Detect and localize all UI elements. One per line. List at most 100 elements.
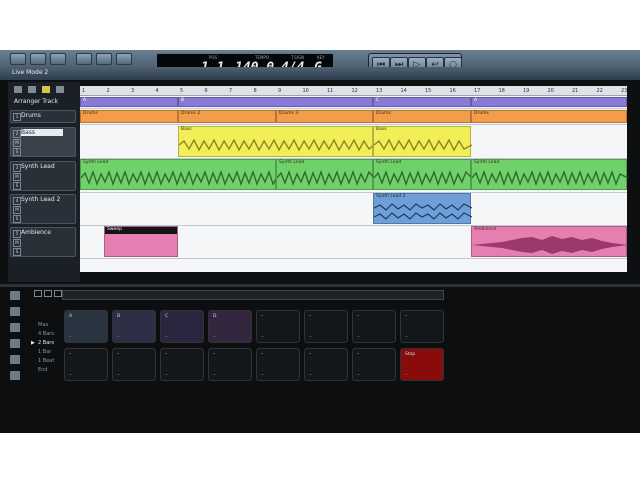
arrange-icon[interactable] bbox=[42, 86, 50, 93]
track-name: Bass bbox=[21, 129, 63, 136]
inspector-icon[interactable] bbox=[28, 86, 36, 93]
clip-drums[interactable]: Drums bbox=[471, 110, 627, 123]
trigger-pad[interactable]: – – bbox=[304, 310, 348, 343]
bass-waveform bbox=[374, 138, 472, 152]
clip-ambience[interactable]: Ambience bbox=[471, 226, 628, 257]
track-synth-lead-2[interactable]: 4 Synth Lead 2 M S bbox=[10, 194, 76, 224]
redo-button[interactable] bbox=[96, 53, 112, 65]
ruler-tick: 23 bbox=[621, 88, 628, 94]
ruler-tick: 16 bbox=[449, 88, 456, 94]
mute-icon[interactable]: M bbox=[13, 173, 21, 181]
pad-sublabel: – bbox=[69, 334, 72, 340]
trigger-pad[interactable]: – – bbox=[112, 348, 156, 381]
trigger-pad[interactable]: – – bbox=[400, 310, 444, 343]
pad-sidebar bbox=[8, 287, 30, 427]
clip-synth-lead[interactable]: Synth Lead bbox=[276, 159, 374, 190]
trigger-pad[interactable]: – – bbox=[352, 348, 396, 381]
clip-sweep[interactable]: Sweep bbox=[104, 226, 178, 257]
pad-sublabel: – bbox=[69, 372, 72, 378]
arranger-section[interactable]: B bbox=[178, 97, 373, 107]
solo-icon[interactable]: S bbox=[13, 248, 21, 256]
share-button[interactable] bbox=[116, 53, 132, 65]
solo-icon[interactable]: S bbox=[13, 148, 21, 156]
quantize-option-selected[interactable]: 2 Bars bbox=[38, 340, 54, 346]
clip-drums[interactable]: Drums bbox=[80, 110, 178, 123]
quantize-option[interactable]: End bbox=[38, 367, 48, 373]
track-drums[interactable]: 1 Drums bbox=[10, 110, 76, 123]
clip-synth-lead[interactable]: Synth Lead bbox=[373, 159, 472, 190]
quantize-option[interactable]: 1 Beat bbox=[38, 358, 54, 364]
pad-scrollbar[interactable] bbox=[62, 290, 444, 300]
clip-drums[interactable]: Drums bbox=[373, 110, 471, 123]
pad-sublabel: – bbox=[117, 372, 120, 378]
clip-synth-lead-2[interactable]: Synth Lead 2 bbox=[373, 193, 472, 224]
mute-icon[interactable]: M bbox=[13, 239, 21, 247]
track-ambience[interactable]: 5 Ambience M S bbox=[10, 227, 76, 257]
pad-sublabel: – bbox=[357, 372, 360, 378]
trigger-pad[interactable]: – – bbox=[352, 310, 396, 343]
pad-label: D bbox=[213, 314, 217, 319]
trigger-pad[interactable]: C – bbox=[160, 310, 204, 343]
quantize-option[interactable]: Max bbox=[38, 322, 48, 328]
mixer-icon[interactable] bbox=[10, 291, 20, 300]
track-number: 3 bbox=[13, 164, 21, 172]
move-icon[interactable] bbox=[10, 339, 20, 348]
trigger-pad[interactable]: B – bbox=[112, 310, 156, 343]
trigger-pad[interactable]: – – bbox=[64, 348, 108, 381]
clip-bass[interactable]: Bass bbox=[373, 126, 472, 157]
chord-icon[interactable] bbox=[10, 307, 20, 316]
clip-bass[interactable]: Bass bbox=[178, 126, 374, 157]
project-titlebar bbox=[0, 67, 640, 80]
quantize-option[interactable]: 1 Bar bbox=[38, 349, 51, 355]
list-check-icon[interactable] bbox=[10, 371, 20, 380]
quantize-option[interactable]: 4 Bars bbox=[38, 331, 54, 337]
open-button[interactable] bbox=[30, 53, 46, 65]
mixer-icon[interactable] bbox=[14, 86, 22, 93]
solo-icon[interactable]: S bbox=[13, 182, 21, 190]
project-button[interactable] bbox=[10, 53, 26, 65]
track-bass[interactable]: 2 Bass M S bbox=[10, 127, 76, 157]
clip-synth-lead[interactable]: Synth Lead bbox=[471, 159, 628, 190]
arranger-section[interactable]: A bbox=[80, 97, 178, 107]
ruler-tick: 19 bbox=[523, 88, 530, 94]
trigger-pad[interactable]: – – bbox=[256, 310, 300, 343]
save-button[interactable] bbox=[50, 53, 66, 65]
solo-icon[interactable]: S bbox=[13, 215, 21, 223]
pad-sublabel: – bbox=[117, 334, 120, 340]
view-small-icon[interactable] bbox=[34, 290, 42, 297]
pad-label: – bbox=[405, 314, 408, 319]
ruler-tick: 21 bbox=[572, 88, 579, 94]
grid-icon[interactable] bbox=[10, 355, 20, 364]
pad-label: – bbox=[357, 314, 360, 319]
trigger-pad[interactable]: – – bbox=[160, 348, 204, 381]
ruler-tick: 2 bbox=[106, 88, 110, 94]
ruler-tick: 13 bbox=[376, 88, 383, 94]
cube-icon[interactable] bbox=[10, 323, 20, 332]
trigger-pad[interactable]: – – bbox=[304, 348, 348, 381]
clip-drums[interactable]: Drums 2 bbox=[178, 110, 276, 123]
pad-label: C bbox=[165, 314, 169, 319]
view-large-icon[interactable] bbox=[54, 290, 62, 297]
mute-icon[interactable]: M bbox=[13, 206, 21, 214]
arranger-section[interactable]: A bbox=[471, 97, 627, 107]
clip-drums[interactable]: Drums 3 bbox=[276, 110, 373, 123]
ruler-tick: 8 bbox=[253, 88, 257, 94]
mute-icon[interactable]: M bbox=[13, 139, 21, 147]
trigger-pad[interactable]: D – bbox=[208, 310, 252, 343]
pad-sublabel: – bbox=[165, 334, 168, 340]
trigger-pad[interactable]: – – bbox=[208, 348, 252, 381]
undo-button[interactable] bbox=[76, 53, 92, 65]
trigger-pad[interactable]: – – bbox=[256, 348, 300, 381]
trigger-pad[interactable]: Stop – bbox=[400, 348, 444, 381]
track-synth-lead[interactable]: 3 Synth Lead M S bbox=[10, 161, 76, 191]
pad-label: B bbox=[117, 314, 121, 319]
pad-sublabel: – bbox=[261, 372, 264, 378]
trigger-pad[interactable]: A – bbox=[64, 310, 108, 343]
view-medium-icon[interactable] bbox=[44, 290, 52, 297]
pad-sublabel: – bbox=[213, 372, 216, 378]
arranger-section[interactable]: C bbox=[373, 97, 471, 107]
selected-arrow-icon: ▶ bbox=[31, 340, 35, 346]
pad-label: Stop bbox=[405, 352, 416, 357]
list-icon[interactable] bbox=[56, 86, 64, 93]
clip-synth-lead[interactable]: Synth Lead bbox=[80, 159, 277, 190]
